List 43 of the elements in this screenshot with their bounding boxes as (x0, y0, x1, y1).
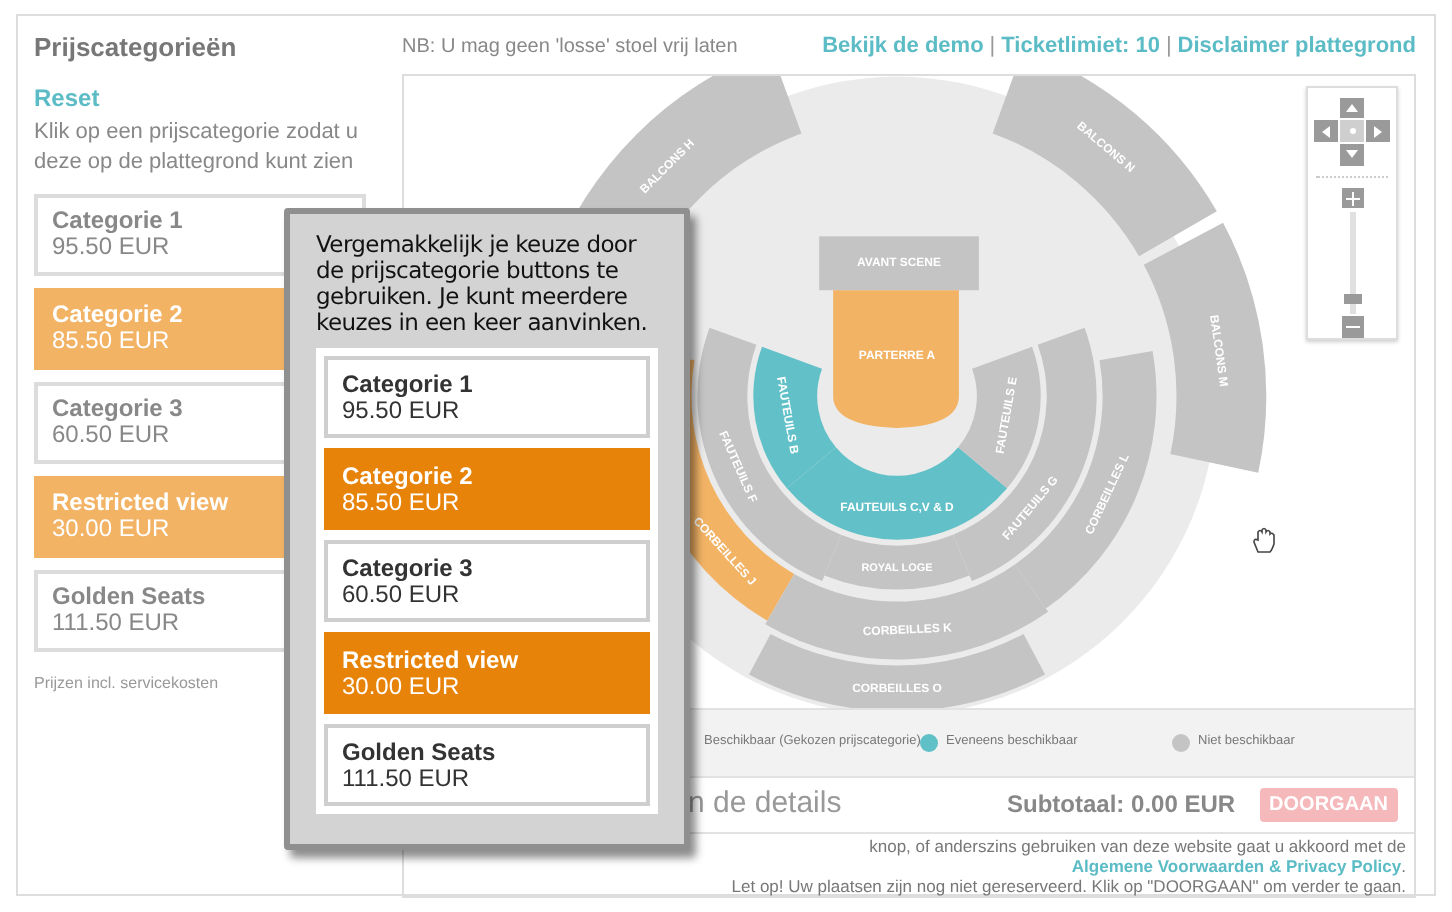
seat-section[interactable] (958, 345, 1041, 488)
terms-text: knop, of anderszins gebruiken van deze website gaat u akkoord met de Algemene Voorwaarden & Privacy Policy. (867, 835, 1406, 875)
seat-section[interactable] (824, 533, 970, 589)
seat-section[interactable] (833, 289, 959, 427)
plus-icon (1345, 191, 1359, 206)
hand-cursor-icon (1252, 525, 1276, 553)
zoom-in-button[interactable] (1341, 187, 1363, 209)
sidebar-title: Prijscategorieën (34, 30, 239, 66)
left-arrow-icon (1322, 125, 1330, 138)
seat-section[interactable] (992, 75, 1217, 256)
seat-section[interactable] (748, 632, 1046, 707)
seat-section[interactable] (697, 326, 841, 581)
category-button[interactable]: Golden Seats 111.50 EUR (324, 724, 650, 806)
pan-right-button[interactable] (1366, 120, 1390, 143)
header-link[interactable]: Disclaimer plattegrond (1177, 30, 1416, 63)
reservation-warning: Let op! Uw plaatsen zijn nog niet gereserveerd. Klik op "DOORGAAN" om verder te gaan. (731, 875, 1406, 895)
category-button[interactable]: Categorie 1 95.50 EUR (324, 356, 650, 438)
header-link[interactable]: Bekijk de demo (822, 30, 984, 63)
subtotal-text: Subtotaal: 0.00 EUR (1007, 788, 1236, 822)
category-button[interactable]: Categorie 2 85.50 EUR (324, 448, 650, 530)
right-arrow-icon (1374, 125, 1382, 138)
instruction-text: Klik op een prijscategorie zodat u deze op de plattegrond kunt zien (34, 117, 361, 177)
terms-link[interactable]: Algemene Voorwaarden & Privacy Policy (1071, 855, 1402, 875)
zoom-out-button[interactable] (1341, 315, 1363, 337)
dot-icon (1349, 128, 1355, 135)
pan-down-button[interactable] (1340, 144, 1364, 166)
seat-section[interactable] (1143, 221, 1267, 472)
zoom-thumb[interactable] (1343, 294, 1361, 305)
notice-text: NB: U mag geen 'losse' stoel vrij laten (402, 33, 738, 62)
down-arrow-icon (1346, 150, 1358, 159)
header-link[interactable]: Ticketlimiet: 10 (1001, 30, 1160, 63)
link-separator: | (1165, 32, 1172, 62)
pan-up-button[interactable] (1340, 97, 1364, 119)
center-button[interactable] (1340, 120, 1364, 143)
zoom-slider[interactable] (1341, 212, 1363, 314)
category-button[interactable]: Categorie 3 60.50 EUR (324, 540, 650, 622)
pan-left-button[interactable] (1314, 120, 1338, 143)
up-arrow-icon (1346, 103, 1358, 112)
link-separator: | (989, 32, 996, 62)
seat-section[interactable] (753, 345, 836, 488)
category-button[interactable]: Restricted view 30.00 EUR (324, 632, 650, 714)
seat-section[interactable] (819, 235, 979, 290)
reset-link[interactable]: Reset (34, 79, 370, 115)
